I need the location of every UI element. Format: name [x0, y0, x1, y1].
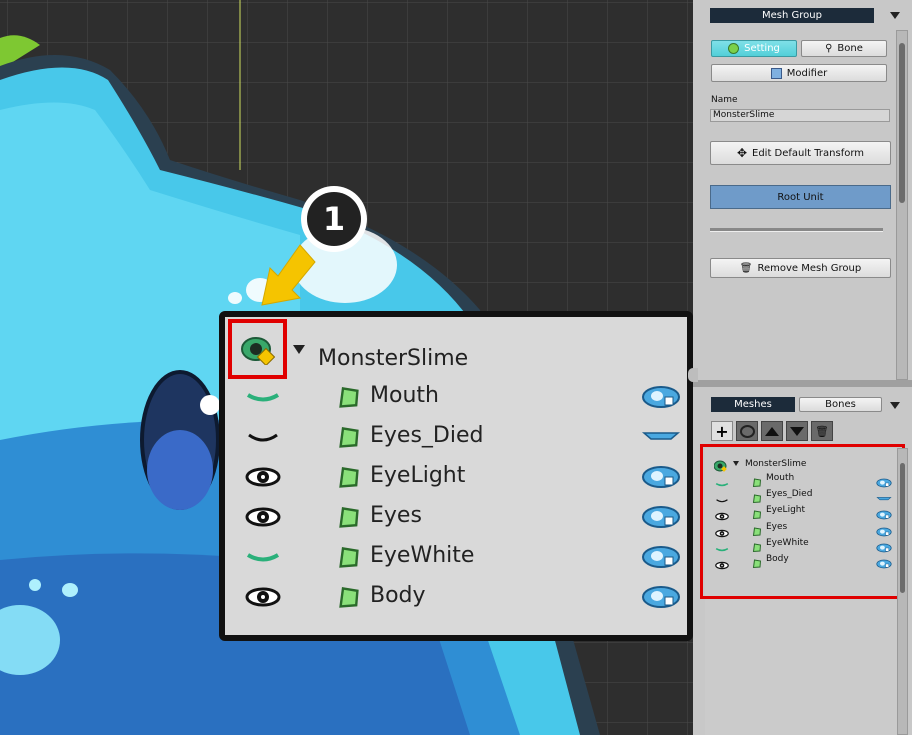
- step-number: 1: [322, 200, 346, 238]
- tree-row[interactable]: Body: [225, 579, 685, 617]
- tree-row-small[interactable]: EyeWhite: [693, 537, 893, 553]
- top-scrollbar[interactable]: [896, 30, 908, 380]
- tree-item-label[interactable]: Eyes: [370, 503, 422, 528]
- zoomed-hierarchy-callout: MonsterSlime Mouth Eyes_Died EyeLight Eyes E…: [219, 311, 693, 641]
- tree-row[interactable]: Eyes: [225, 499, 685, 537]
- tree-row-small[interactable]: Mouth: [693, 472, 893, 488]
- tree-item-label[interactable]: Body: [370, 583, 426, 608]
- remove-mesh-group-button[interactable]: 🗑 Remove Mesh Group: [710, 258, 891, 278]
- divider: [710, 228, 883, 232]
- tab-meshes[interactable]: Meshes: [711, 397, 795, 412]
- root-expand-icon[interactable]: [293, 345, 305, 354]
- root-label-small[interactable]: MonsterSlime: [745, 456, 806, 471]
- setting-label: Setting: [744, 43, 780, 54]
- tree-item-label[interactable]: Mouth: [766, 473, 794, 483]
- meshes-menu-icon[interactable]: [890, 402, 900, 409]
- toolbar: + 🗑: [711, 421, 833, 441]
- root-label[interactable]: MonsterSlime: [318, 339, 468, 377]
- tree-item-label[interactable]: Eyes_Died: [766, 489, 812, 499]
- bone-icon: ⚲: [825, 43, 833, 54]
- bottom-scrollbar-thumb[interactable]: [900, 463, 905, 593]
- name-field[interactable]: MonsterSlime: [710, 109, 890, 122]
- mesh-tag-icon[interactable]: [876, 554, 892, 573]
- tree-row[interactable]: EyeWhite: [225, 539, 685, 577]
- tree-row-small[interactable]: Eyes_Died: [693, 488, 893, 504]
- tree-row[interactable]: Mouth: [225, 379, 685, 417]
- tree-row-small[interactable]: Eyes: [693, 521, 893, 537]
- inspector-panel: Mesh Group Setting ⚲ Bone Modifier Name …: [693, 0, 912, 735]
- tab-mesh-group[interactable]: Mesh Group: [710, 8, 874, 23]
- tree-item-label[interactable]: EyeWhite: [766, 538, 809, 548]
- panel-menu-icon[interactable]: [890, 12, 900, 19]
- bone-label: Bone: [837, 43, 863, 54]
- edit-default-transform-button[interactable]: ✥ Edit Default Transform: [710, 141, 891, 165]
- root-expand-icon-small[interactable]: [733, 461, 739, 466]
- edit-transform-label: Edit Default Transform: [752, 147, 865, 159]
- add-icon[interactable]: +: [711, 421, 733, 441]
- tree-row[interactable]: Eyes_Died: [225, 419, 685, 457]
- name-label: Name: [711, 95, 738, 105]
- move-down-icon[interactable]: [786, 421, 808, 441]
- mesh-icon: [752, 554, 762, 573]
- top-scrollbar-thumb[interactable]: [899, 43, 905, 203]
- tab-bones[interactable]: Bones: [799, 397, 882, 412]
- trash-icon: 🗑: [739, 262, 753, 274]
- move-up-icon[interactable]: [761, 421, 783, 441]
- setting-button[interactable]: Setting: [711, 40, 797, 57]
- transform-icon: ✥: [736, 146, 748, 160]
- tree-item-label[interactable]: Body: [766, 554, 789, 564]
- modifier-label: Modifier: [786, 67, 828, 79]
- layer-icon[interactable]: [736, 421, 758, 441]
- viewport-right-handle[interactable]: [688, 368, 698, 382]
- modifier-button[interactable]: Modifier: [711, 64, 887, 82]
- tree-row-small[interactable]: EyeLight: [693, 504, 893, 521]
- viewport-canvas[interactable]: 1 MonsterSlime Mouth Eyes_Died EyeLight Eye…: [0, 0, 693, 735]
- bottom-scrollbar[interactable]: [897, 448, 908, 735]
- tree-row[interactable]: EyeLight: [225, 459, 685, 497]
- delete-icon[interactable]: 🗑: [811, 421, 833, 441]
- tree-item-label[interactable]: Eyes: [766, 522, 787, 532]
- name-value: MonsterSlime: [713, 110, 775, 120]
- tree-item-label[interactable]: EyeLight: [370, 463, 465, 488]
- tree-item-label[interactable]: Eyes_Died: [370, 423, 483, 448]
- eye-open-icon[interactable]: [715, 555, 729, 574]
- tree-item-label[interactable]: Mouth: [370, 383, 439, 408]
- remove-label: Remove Mesh Group: [757, 262, 862, 274]
- tree-row-small[interactable]: Body: [693, 553, 893, 570]
- tree-item-label[interactable]: EyeWhite: [370, 543, 474, 568]
- tree-item-label[interactable]: EyeLight: [766, 505, 805, 515]
- pane-separator[interactable]: [693, 380, 912, 387]
- modifier-icon: [770, 67, 782, 79]
- bone-button[interactable]: ⚲ Bone: [801, 40, 887, 57]
- setting-icon: [728, 43, 740, 54]
- root-unit-button[interactable]: Root Unit: [710, 185, 891, 209]
- root-unit-label: Root Unit: [777, 191, 824, 203]
